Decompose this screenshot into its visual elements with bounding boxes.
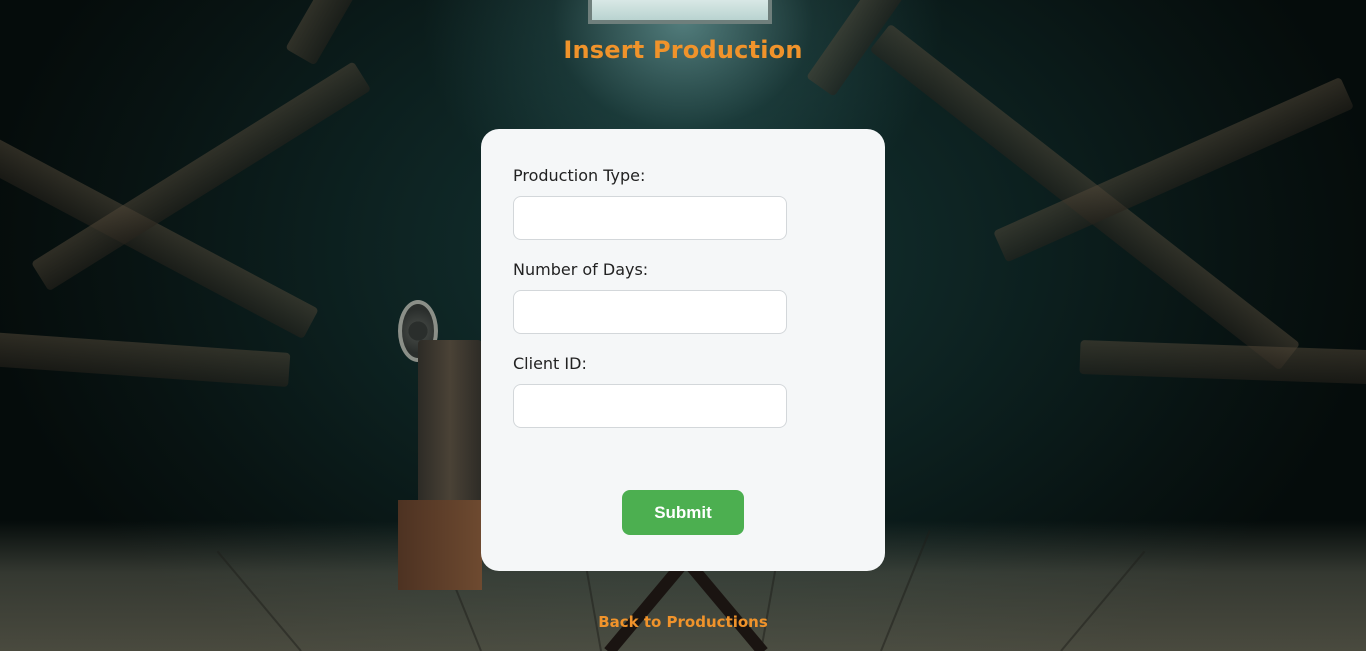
- page-title: Insert Production: [563, 36, 803, 64]
- production-type-input[interactable]: [513, 196, 787, 240]
- client-id-label: Client ID:: [513, 354, 587, 373]
- client-id-field: Client ID:: [513, 353, 853, 428]
- production-type-field: Production Type:: [513, 165, 853, 240]
- submit-container: Submit: [481, 490, 885, 535]
- number-of-days-input[interactable]: [513, 290, 787, 334]
- skylight-window: [588, 0, 772, 24]
- submit-button[interactable]: Submit: [622, 490, 744, 535]
- back-to-productions-link[interactable]: Back to Productions: [0, 613, 1366, 631]
- roof-beam: [1079, 340, 1366, 385]
- directors-chair: [604, 556, 768, 651]
- number-of-days-field: Number of Days:: [513, 259, 853, 334]
- insert-production-form: Production Type: Number of Days: Client …: [481, 129, 885, 571]
- roof-beam: [0, 330, 291, 387]
- client-id-input[interactable]: [513, 384, 787, 428]
- number-of-days-label: Number of Days:: [513, 260, 649, 279]
- production-type-label: Production Type:: [513, 166, 646, 185]
- film-projector: [398, 300, 482, 590]
